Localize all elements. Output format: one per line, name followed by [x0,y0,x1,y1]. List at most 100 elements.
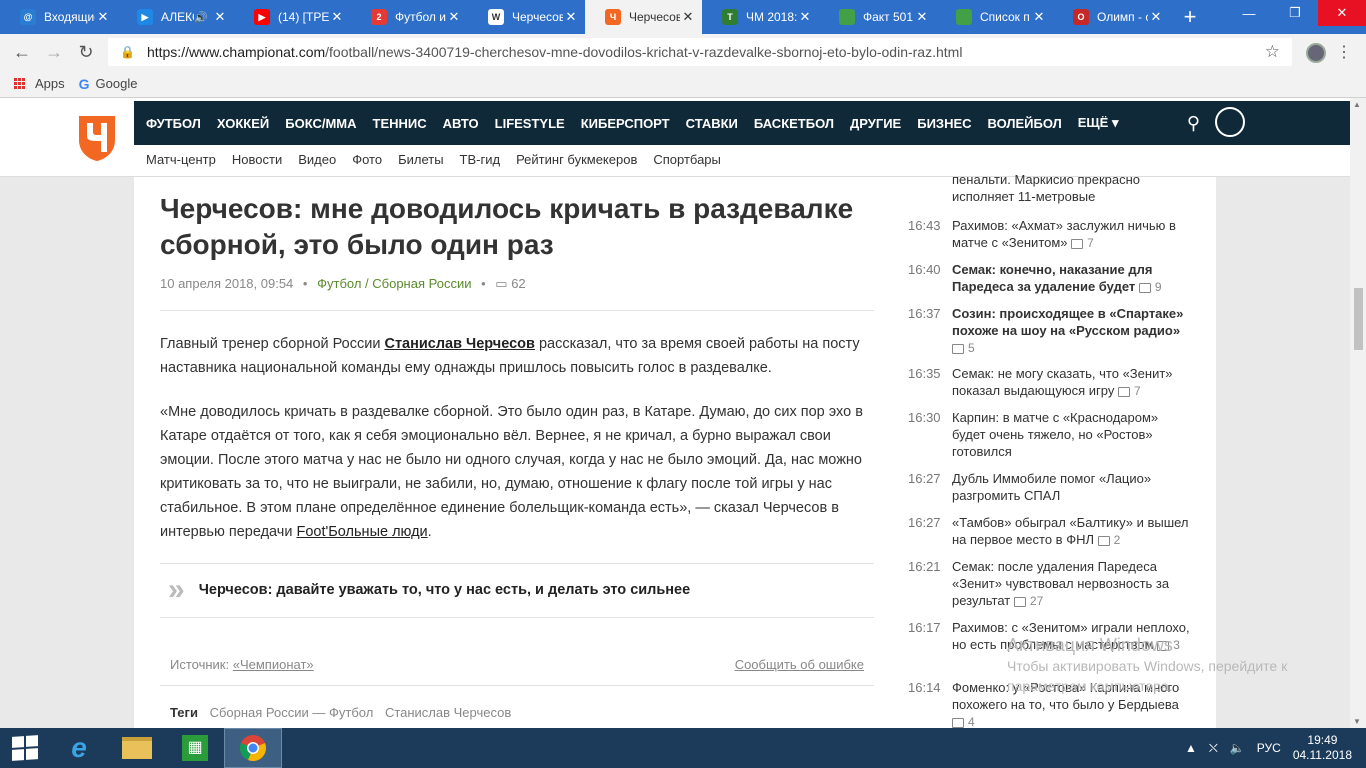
browser-tab[interactable]: Факт 501 ✕ [819,0,936,34]
tab-close-icon[interactable]: ✕ [680,9,696,25]
search-icon[interactable]: ⚲ [1187,113,1200,134]
nav-item[interactable]: АВТО [443,116,479,131]
news-text[interactable]: Карпин: в матче с «Краснодаром» будет оч… [952,409,1194,460]
browser-tab[interactable]: Ч Черчесов ✕ [585,0,702,34]
browser-tab[interactable]: W Черчесов ✕ [468,0,585,34]
tab-close-icon[interactable]: ✕ [95,9,111,25]
subnav-item[interactable]: Спортбары [653,148,721,172]
news-comments[interactable]: 7 [1071,236,1094,250]
taskbar-ie[interactable]: e [50,728,108,768]
news-comments[interactable]: 27 [1014,594,1043,608]
nav-item[interactable]: ТЕННИС [373,116,427,131]
browser-tab[interactable]: Список п ✕ [936,0,1053,34]
nav-item[interactable]: LIFESTYLE [495,116,565,131]
tab-close-icon[interactable]: ✕ [914,9,930,25]
news-comments[interactable]: 4 [952,715,975,728]
user-icon[interactable] [1215,107,1245,137]
related-article[interactable]: » Черчесов: давайте уважать то, что у на… [160,565,874,615]
source-link[interactable]: «Чемпионат» [233,657,314,672]
news-title[interactable]: Созин: происходящее в «Спартаке» похоже … [952,306,1183,338]
start-button[interactable] [0,728,50,768]
article-comments-count[interactable]: 62 [511,276,525,291]
language-indicator[interactable]: РУС [1257,741,1281,755]
bookmark-apps[interactable]: Apps [14,76,65,91]
scroll-up-icon[interactable]: ▲ [1353,100,1361,109]
network-icon[interactable]: ⛌ [1209,741,1218,756]
news-comments[interactable]: 9 [1139,280,1162,294]
news-text[interactable]: Созин: происходящее в «Спартаке» похоже … [952,305,1194,357]
news-text[interactable]: пенальти. Маркисио прекрасно исполняет 1… [952,171,1194,205]
browser-tab[interactable]: 2 Футбол и ✕ [351,0,468,34]
tab-close-icon[interactable]: ✕ [212,9,228,25]
clock[interactable]: 19:49 04.11.2018 [1293,733,1352,763]
news-text[interactable]: «Тамбов» обыграл «Балтику» и вышел на пе… [952,514,1194,549]
tab-close-icon[interactable]: ✕ [329,9,345,25]
article-category[interactable]: Футбол / Сборная России [317,276,471,291]
news-title[interactable]: Дубль Иммобиле помог «Лацио» разгромить … [952,471,1151,503]
news-text[interactable]: Семак: не могу сказать, что «Зенит» пока… [952,365,1194,400]
browser-tab[interactable]: T ЧМ 2018: ✕ [702,0,819,34]
news-title[interactable]: Карпин: в матче с «Краснодаром» будет оч… [952,410,1158,459]
browser-tab[interactable]: ▶ (14) [ТРЕН✕ [234,0,351,34]
url-input[interactable]: 🔒 https://www.championat.com/football/ne… [108,38,1292,66]
person-link[interactable]: Станислав Черчесов [384,336,534,352]
back-button[interactable]: ← [6,36,38,68]
nav-item[interactable]: ВОЛЕЙБОЛ [988,116,1062,131]
tray-expand-icon[interactable]: ▲ [1185,741,1197,755]
restore-button[interactable]: ❐ [1272,0,1318,26]
menu-icon[interactable]: ⋮ [1336,42,1352,62]
tab-close-icon[interactable]: ✕ [446,9,462,25]
news-comments[interactable]: 2 [1098,533,1121,547]
browser-tab[interactable]: ▶ АЛЕКС🔊 ✕ [117,0,234,34]
forward-button[interactable]: → [38,36,70,68]
bookmark-google[interactable]: G Google [79,76,138,92]
nav-item[interactable]: ЕЩЁ ▾ [1078,115,1119,131]
news-title[interactable]: Семак: конечно, наказание для Паредеса з… [952,262,1152,294]
tag-link[interactable]: Сборная России — Футбол [210,705,374,720]
news-comments[interactable]: 5 [952,341,975,355]
show-link[interactable]: Foot'Больные люди [297,524,428,540]
close-window-button[interactable]: ✕ [1318,0,1366,26]
report-error-link[interactable]: Сообщить об ошибке [735,657,864,672]
nav-item[interactable]: ФУТБОЛ [146,116,201,131]
news-title[interactable]: Семак: после удаления Паредеса «Зенит» ч… [952,559,1169,608]
subnav-item[interactable]: Матч-центр [146,148,216,172]
nav-item[interactable]: БАСКЕТБОЛ [754,116,834,131]
tab-close-icon[interactable]: ✕ [797,9,813,25]
nav-item[interactable]: БОКС/ММА [285,116,356,131]
news-text[interactable]: Рахимов: «Ахмат» заслужил ничью в матче … [952,217,1194,252]
taskbar-chrome[interactable] [224,728,282,768]
related-article-title[interactable]: Черчесов: давайте уважать то, что у нас … [199,582,691,598]
subnav-item[interactable]: ТВ-гид [460,148,501,172]
scrollbar[interactable]: ▲ ▼ [1350,98,1366,728]
news-title[interactable]: Рахимов: «Ахмат» заслужил ничью в матче … [952,218,1176,250]
championat-logo-icon[interactable] [76,114,118,162]
news-text[interactable]: Семак: после удаления Паредеса «Зенит» ч… [952,558,1194,610]
nav-item[interactable]: ДРУГИЕ [850,116,901,131]
tab-close-icon[interactable]: ✕ [563,9,579,25]
subnav-item[interactable]: Рейтинг букмекеров [516,148,637,172]
news-comments[interactable]: 7 [1118,384,1141,398]
profile-avatar[interactable] [1306,43,1326,63]
new-tab-button[interactable]: + [1170,0,1210,34]
browser-tab[interactable]: @ Входящие✕ [0,0,117,34]
subnav-item[interactable]: Видео [298,148,336,172]
news-text[interactable]: Дубль Иммобиле помог «Лацио» разгромить … [952,470,1194,504]
nav-item[interactable]: КИБЕРСПОРТ [581,116,670,131]
tab-close-icon[interactable]: ✕ [1148,9,1164,25]
scrollbar-thumb[interactable] [1354,288,1363,350]
scroll-down-icon[interactable]: ▼ [1353,717,1361,726]
subnav-item[interactable]: Фото [352,148,382,172]
bookmark-star-icon[interactable]: ☆ [1265,42,1280,62]
subnav-item[interactable]: Билеты [398,148,443,172]
tab-close-icon[interactable]: ✕ [1031,9,1047,25]
tab-audio-icon[interactable]: 🔊 [194,11,208,24]
news-text[interactable]: Семак: конечно, наказание для Паредеса з… [952,261,1194,296]
news-title[interactable]: «Тамбов» обыграл «Балтику» и вышел на пе… [952,515,1189,547]
nav-item[interactable]: СТАВКИ [686,116,738,131]
subnav-item[interactable]: Новости [232,148,282,172]
browser-tab[interactable]: O Олимп - с ✕ [1053,0,1170,34]
taskbar-store[interactable]: ▦ [166,728,224,768]
taskbar-explorer[interactable] [108,728,166,768]
volume-icon[interactable]: 🔈 [1230,741,1245,755]
